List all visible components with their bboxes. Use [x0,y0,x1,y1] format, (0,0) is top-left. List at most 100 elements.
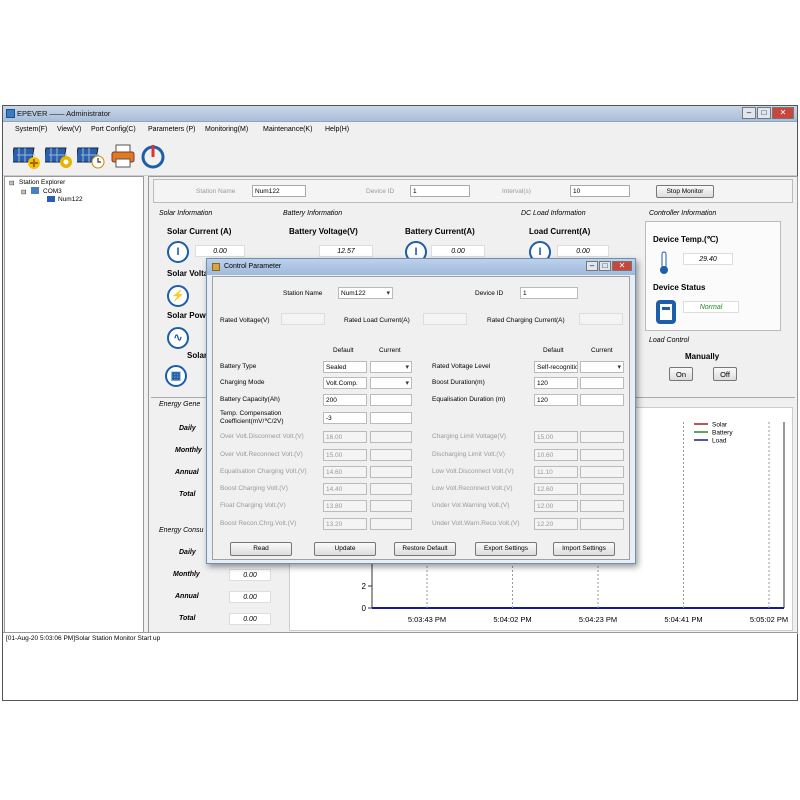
port-icon [31,187,39,194]
battery-group-title: Battery Information [283,210,343,217]
control-parameter-dialog: Control Parameter – □ ✕ Station Name Num… [206,258,636,564]
battery-current-label: Battery Current(A) [405,227,475,236]
right-default-header: Default [543,347,564,354]
load-off-button[interactable]: Off [713,367,737,381]
menu-monitoring[interactable]: Monitoring(M) [205,126,248,133]
device-status-value: Normal [683,301,739,313]
energy-con-total-value: 0.00 [229,613,271,625]
dialog-minimize-button[interactable]: – [586,261,598,271]
solar-panel-icon: ▦ [165,365,187,387]
window-title: EPEVER —— Administrator [17,109,111,118]
param-label: Low Volt.Reconnect Volt.(V) [432,485,513,492]
param-label: Over Volt.Reconnect Volt.(V) [220,451,303,458]
param-current-field[interactable] [580,377,624,389]
restore-default-button[interactable]: Restore Default [394,542,456,556]
param-current-field[interactable] [370,377,412,389]
printer-icon[interactable] [109,142,137,170]
legend-label: Solar [712,422,728,429]
menu-view[interactable]: View(V) [57,126,81,133]
param-label: Float Charging Volt.(V) [220,502,286,509]
dlg-station-name-label: Station Name [283,290,323,297]
param-current-field[interactable] [580,431,624,443]
battery-voltage-value: 12.57 [319,245,373,257]
param-default-field: 12.00 [534,500,578,512]
maximize-button[interactable]: □ [757,107,771,119]
param-label: Low Volt.Disconnect Volt.(V) [432,468,514,475]
param-current-field[interactable] [370,483,412,495]
param-current-field[interactable] [580,361,624,373]
menu-help[interactable]: Help(H) [325,126,349,133]
right-current-header: Current [591,347,613,354]
param-default-field: 13.80 [323,500,367,512]
menu-system[interactable]: System(F) [15,126,47,133]
param-current-field[interactable] [370,466,412,478]
interval-field[interactable]: 10 [570,185,630,197]
minimize-button[interactable]: – [742,107,756,119]
close-button[interactable]: ✕ [772,107,794,119]
param-current-field[interactable] [370,449,412,461]
interval-label: Interval(s) [502,188,531,195]
dialog-title-bar: Control Parameter – □ ✕ [207,259,635,275]
tree-root[interactable]: Station Explorer [19,179,65,186]
read-button[interactable]: Read [230,542,292,556]
rated-load-current-field [423,313,467,325]
device-id-field[interactable]: 1 [410,185,470,197]
import-settings-button[interactable]: Import Settings [553,542,615,556]
param-current-field[interactable] [370,518,412,530]
dlg-device-id-field[interactable]: 1 [520,287,578,299]
param-current-field[interactable] [580,449,624,461]
dialog-close-button[interactable]: ✕ [612,261,632,271]
menu-port-config[interactable]: Port Config(C) [91,126,136,133]
param-current-field[interactable] [580,483,624,495]
x-tick-label: 5:04:41 PM [664,615,702,624]
param-current-field[interactable] [370,412,412,424]
update-button[interactable]: Update [314,542,376,556]
station-config-icon[interactable] [45,142,73,170]
current-meter-icon: I [167,241,189,263]
station-clock-icon[interactable] [77,142,105,170]
param-label: Discharging Limit Volt.(V) [432,451,505,458]
param-default-field: 120 [534,394,578,406]
param-label: Rated Voltage Level [432,363,491,370]
param-current-field[interactable] [370,361,412,373]
menu-parameters[interactable]: Parameters (P) [148,126,195,133]
power-icon[interactable] [139,142,167,170]
param-current-field[interactable] [580,500,624,512]
param-current-field[interactable] [580,394,624,406]
param-label: Boost Charging Volt.(V) [220,485,288,492]
param-label: Boost Recon.Chrg.Volt.(V) [220,520,297,527]
dlg-station-name-select[interactable]: Num122 [338,287,393,299]
stop-monitor-button[interactable]: Stop Monitor [656,185,714,198]
station-name-field[interactable]: Num122 [252,185,306,197]
dialog-maximize-button[interactable]: □ [599,261,611,271]
param-default-field: 14.40 [323,483,367,495]
param-default-field: 120 [534,377,578,389]
param-label: Charging Mode [220,379,265,386]
load-on-button[interactable]: On [669,367,693,381]
tree-toggle-icon[interactable]: ⊟ [9,179,14,187]
dialog-title: Control Parameter [224,263,282,270]
rated-charging-current-label: Rated Charging Current(A) [487,317,565,324]
device-id-label: Device ID [366,188,395,195]
tree-station[interactable]: Num122 [58,196,83,203]
param-current-field[interactable] [580,466,624,478]
status-log-entry: [01-Aug-20 5:03:06 PM]Solar Station Moni… [6,635,161,642]
param-current-field[interactable] [370,500,412,512]
param-default-field: 12.60 [534,483,578,495]
station-add-icon[interactable] [13,142,41,170]
tree-toggle-icon[interactable]: ⊟ [21,188,26,196]
param-current-field[interactable] [370,394,412,406]
tree-port[interactable]: COM3 [43,188,62,195]
solar-label: Solar [187,351,208,360]
param-current-field[interactable] [580,518,624,530]
menu-maintenance[interactable]: Maintenance(K) [263,126,312,133]
param-current-field[interactable] [370,431,412,443]
app-icon [6,109,15,118]
param-label: Charging Limit Voltage(V) [432,433,507,440]
energy-con-daily: Daily [179,549,196,556]
param-default-field: 16.00 [323,431,367,443]
solar-voltage-label: Solar Volta [167,269,209,278]
y-tick-label: 2 [362,582,367,591]
export-settings-button[interactable]: Export Settings [475,542,537,556]
station-bar: Station Name Num122 Device ID 1 Interval… [153,179,793,203]
